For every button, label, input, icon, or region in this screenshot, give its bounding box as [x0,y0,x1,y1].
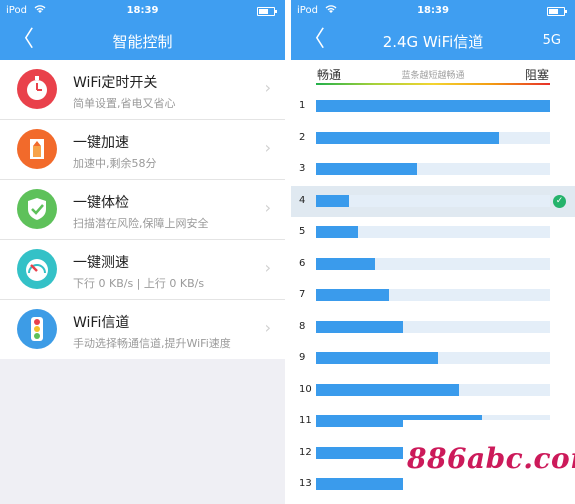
congestion-legend: 畅通 蓝条越短越畅通 阻塞 [291,60,575,90]
channel-load-bar [316,194,349,207]
channel-row-4[interactable]: 4 ✓ [291,185,575,217]
channel-number: 6 [299,257,306,269]
chevron-right-icon: › [264,318,271,337]
list-item-wifi-channel[interactable]: WiFi信道 手动选择畅通信道,提升WiFi速度 › [0,300,285,359]
chevron-right-icon: › [264,258,271,277]
channel-number: 1 [299,100,306,111]
channel-number: 2 [299,131,306,143]
right-navbar: 〈 2.4G WiFi信道 5G [291,24,575,58]
item-subtitle: 下行 0 KB/s | 上行 0 KB/s [73,277,205,290]
status-bar: iPod 18:39 [0,4,285,20]
channel-load-track [316,100,550,112]
channel-load-bar [316,257,375,270]
channel-load-track [316,257,550,270]
channel-load-bar [316,131,499,144]
channel-row-8[interactable]: 8 [291,312,575,344]
channel-number: 13 [299,478,312,489]
list-item-boost[interactable]: 一键加速 加速中,剩余58分 › [0,120,285,180]
watermark-text: 886abc.com [407,442,575,475]
channel-load-track [316,383,550,396]
channel-row-9[interactable]: 9 [291,343,575,375]
status-time: 18:39 [417,5,449,16]
page-title: 2.4G WiFi信道 [382,33,484,51]
list-item-checkup[interactable]: 一键体检 扫描潜在风险,保障上网安全 › [0,180,285,240]
legend-gradient-bar [316,83,550,85]
channel-load-track [316,320,550,333]
shield-check-icon [17,189,57,229]
channel-load-bar [316,478,405,490]
channel-load-bar [316,352,438,364]
channel-load-bar [316,100,550,112]
item-subtitle: 简单设置,省电又省心 [73,97,176,110]
channel-number: 5 [299,226,306,237]
item-title: WiFi定时开关 [73,75,158,91]
item-title: 一键加速 [73,135,129,151]
channel-row-10[interactable]: 10 [291,375,575,407]
selected-check-icon: ✓ [553,194,566,208]
page-title: 智能控制 [112,33,173,51]
channel-load-track [316,194,550,207]
channel-load-bar [316,163,417,175]
channel-number: 9 [299,352,306,363]
boost-icon [17,129,57,169]
item-title: 一键测速 [73,255,129,271]
channel-row-1[interactable]: 1 [291,91,575,123]
list-item-wifi-timer[interactable]: WiFi定时开关 简单设置,省电又省心 › [0,60,285,120]
channel-number: 8 [299,320,306,332]
channel-load-track [316,289,550,301]
smart-control-screen: iPod 18:39 〈 智能控制 WiFi定时开关 简单设置,省电又省心 › … [0,0,285,504]
channel-number: 3 [299,163,306,174]
channel-number: 10 [299,383,312,395]
right-header: iPod 18:39 〈 2.4G WiFi信道 5G [291,0,575,60]
item-title: 一键体检 [73,195,129,211]
channel-number: 4 [299,194,306,206]
left-navbar: 〈 智能控制 [0,24,285,58]
channel-row-7[interactable]: 7 [291,280,575,312]
battery-icon [257,7,277,16]
chevron-right-icon: › [264,78,271,97]
channel-row-5[interactable]: 5 [291,217,575,249]
channel-load-bar [316,289,389,301]
status-time: 18:39 [126,5,159,16]
left-header: iPod 18:39 〈 智能控制 [0,0,285,60]
channel-load-track [316,226,550,238]
list-item-speedtest[interactable]: 一键测速 下行 0 KB/s | 上行 0 KB/s › [0,240,285,300]
status-bar: iPod 18:39 [291,4,575,20]
channel-load-bar [316,320,403,333]
traffic-light-icon [17,309,57,349]
channel-load-bar [316,226,359,238]
item-subtitle: 扫描潜在风险,保障上网安全 [73,217,209,230]
chevron-right-icon: › [264,138,271,157]
item-subtitle: 手动选择畅通信道,提升WiFi速度 [73,337,231,350]
legend-blocked-label: 阻塞 [524,68,549,82]
item-title: WiFi信道 [73,315,130,331]
stopwatch-icon [17,69,57,109]
item-subtitle: 加速中,剩余58分 [73,157,157,170]
speedometer-icon [17,249,57,289]
channel-number: 12 [299,446,312,458]
5g-button[interactable]: 5G [543,33,561,48]
channel-load-track [316,163,550,175]
channel-number: 11 [299,415,312,426]
battery-icon [547,7,567,16]
channel-load-track [316,352,550,364]
channel-load-track [316,131,550,144]
channel-load-bar [316,383,459,396]
channel-row-3[interactable]: 3 [291,154,575,186]
watermark: 886abc.com [403,420,575,504]
chevron-right-icon: › [264,198,271,217]
channel-number: 7 [299,289,306,300]
channel-row-2[interactable]: 2 [291,123,575,155]
channel-row-6[interactable]: 6 [291,249,575,281]
feature-list: WiFi定时开关 简单设置,省电又省心 › 一键加速 加速中,剩余58分 › 一… [0,60,285,359]
